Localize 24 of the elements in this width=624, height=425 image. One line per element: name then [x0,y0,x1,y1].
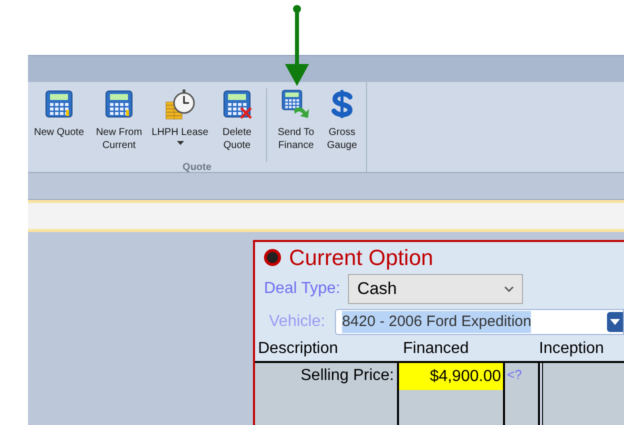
ribbon-button[interactable]: Send To Finance [271,88,321,162]
deal-type-dropdown[interactable]: Cash [348,274,524,304]
row-label: Selling Price: [300,366,394,386]
calculator-icon [221,88,253,120]
ribbon-button[interactable]: Delete Quote [212,88,262,152]
ribbon-button[interactable]: New Quote [28,88,90,139]
column-header: Description [257,339,340,359]
group-label: Quote [182,162,212,174]
vehicle-dropdown[interactable]: 8420 - 2006 Ford Expedition [335,309,624,335]
calculator-arrow-icon [280,88,312,120]
field-label: Deal Type: [264,279,340,299]
column-header: Financed [402,339,470,359]
option-title: Current Option [289,244,434,272]
ribbon-button[interactable]: LHPH Lease [148,88,212,145]
calculator-icon [43,88,75,120]
stopwatch-coins-icon [164,88,196,120]
ribbon-button[interactable]: New From Current [90,88,148,152]
chevron-down-icon [504,286,514,292]
ribbon-button[interactable]: Gross Gauge [321,88,363,152]
field-label: Vehicle: [269,312,326,332]
calculator-icon [103,88,135,120]
column-header: Inception [539,339,604,359]
radio-button[interactable] [264,248,281,266]
financed-value: $4,900.00 [399,363,503,390]
